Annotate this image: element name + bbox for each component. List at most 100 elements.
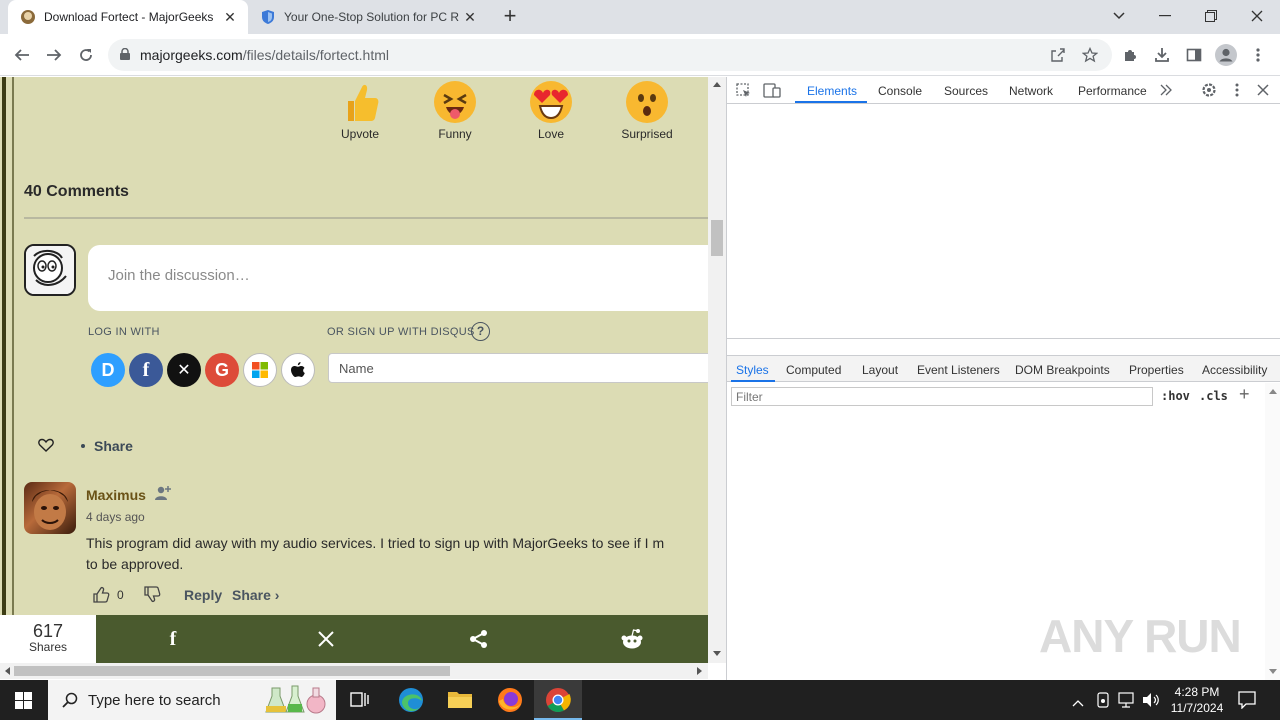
tab-network[interactable]: Network [1009, 84, 1053, 98]
reddit-share-button[interactable] [557, 615, 707, 663]
styles-tab-bar: Styles Computed Layout Event Listeners D… [727, 355, 1280, 382]
chrome-menu-icon[interactable] [1244, 41, 1272, 69]
page-horizontal-scrollbar[interactable] [0, 663, 708, 679]
comment-author[interactable]: Maximus [86, 487, 146, 503]
x-login-button[interactable]: ✕ [167, 353, 201, 387]
reaction-funny[interactable]: Funny [420, 81, 490, 141]
reply-link[interactable]: Reply [184, 587, 222, 603]
comment-input[interactable] [108, 267, 608, 284]
edge-icon[interactable] [398, 687, 424, 718]
help-icon[interactable]: ? [471, 322, 490, 341]
download-icon[interactable] [1148, 41, 1176, 69]
scroll-up-arrow-icon[interactable] [1269, 389, 1277, 394]
tab-styles[interactable]: Styles [736, 363, 769, 377]
file-explorer-icon[interactable] [448, 689, 472, 714]
google-login-button[interactable]: G [205, 353, 239, 387]
volume-icon[interactable] [1142, 692, 1160, 713]
tab-computed[interactable]: Computed [786, 363, 841, 377]
microsoft-login-button[interactable] [243, 353, 277, 387]
apple-login-button[interactable] [281, 353, 315, 387]
tab-fortect[interactable]: Your One-Stop Solution for PC R ✕ [248, 0, 488, 34]
profile-avatar-icon[interactable] [1212, 41, 1240, 69]
scroll-down-arrow-icon[interactable] [1269, 669, 1277, 674]
scroll-up-arrow-icon[interactable] [713, 82, 721, 87]
back-arrow-icon[interactable] [8, 41, 36, 69]
minimize-icon[interactable] [1142, 0, 1188, 32]
upvote-button[interactable] [92, 586, 110, 609]
windows-start-icon[interactable] [15, 692, 32, 714]
generic-share-button[interactable] [404, 615, 554, 663]
close-devtools-icon[interactable] [1257, 84, 1269, 99]
scroll-left-arrow-icon[interactable] [5, 667, 10, 675]
downvote-button[interactable] [143, 585, 161, 608]
close-window-icon[interactable] [1234, 0, 1280, 32]
share-comment-link[interactable]: Share › [232, 587, 279, 603]
share-link[interactable]: Share [94, 438, 133, 454]
scroll-thumb[interactable] [711, 220, 723, 256]
cls-toggle[interactable]: .cls [1199, 389, 1228, 403]
tab-elements[interactable]: Elements [807, 84, 857, 98]
tab-console[interactable]: Console [878, 84, 922, 98]
reaction-love[interactable]: Love [516, 81, 586, 141]
new-tab-button[interactable]: + [498, 4, 522, 28]
facebook-share-button[interactable]: f [98, 615, 248, 663]
more-tabs-icon[interactable] [1159, 83, 1173, 100]
reaction-label: Upvote [340, 127, 380, 141]
tab-majorgeeks[interactable]: Download Fortect - MajorGeeks ✕ [8, 0, 248, 34]
show-hidden-icons-chevron-icon[interactable] [1072, 694, 1084, 712]
follow-user-icon[interactable] [154, 485, 172, 506]
network-icon[interactable] [1118, 692, 1136, 713]
tab-performance[interactable]: Performance [1078, 84, 1147, 98]
notifications-icon[interactable] [1238, 691, 1256, 714]
facebook-login-button[interactable]: f [129, 353, 163, 387]
new-style-rule-button[interactable]: + [1239, 384, 1250, 405]
tab-properties[interactable]: Properties [1129, 363, 1184, 377]
clock[interactable]: 4:28 PM 11/7/2024 [1166, 684, 1228, 716]
side-panel-icon[interactable] [1180, 41, 1208, 69]
comment-composer[interactable] [88, 245, 708, 311]
reload-icon[interactable] [72, 41, 100, 69]
heart-icon[interactable] [38, 438, 54, 457]
hov-toggle[interactable]: :hov [1161, 389, 1190, 403]
styles-filter-input[interactable] [731, 387, 1153, 406]
bookmark-star-icon[interactable] [1076, 41, 1104, 69]
settings-gear-icon[interactable] [1201, 82, 1217, 101]
close-tab-icon[interactable]: ✕ [220, 7, 240, 27]
page-vertical-scrollbar[interactable] [708, 77, 726, 663]
devtools-scrollbar[interactable] [1265, 383, 1280, 680]
comment-timestamp[interactable]: 4 days ago [86, 510, 145, 524]
tab-layout[interactable]: Layout [862, 363, 898, 377]
close-tab-icon[interactable]: ✕ [460, 7, 480, 27]
x-share-button[interactable] [251, 615, 401, 663]
firefox-icon[interactable] [497, 687, 523, 718]
disqus-login-button[interactable]: D [91, 353, 125, 387]
device-toolbar-icon[interactable] [763, 83, 781, 101]
task-view-icon[interactable] [350, 691, 370, 714]
reaction-upvote[interactable]: Upvote [325, 81, 395, 141]
tab-dom-breakpoints[interactable]: DOM Breakpoints [1015, 363, 1110, 377]
taskbar-search[interactable]: Type here to search [48, 680, 336, 720]
tab-search-icon[interactable] [1096, 0, 1142, 32]
device-status-icon[interactable] [1096, 692, 1110, 713]
tab-accessibility[interactable]: Accessibility [1202, 363, 1267, 377]
devtools-menu-icon[interactable] [1235, 83, 1239, 100]
microsoft-icon [252, 362, 268, 378]
address-bar[interactable]: majorgeeks.com/files/details/fortect.htm… [108, 39, 1112, 71]
chrome-taskbar-button[interactable] [534, 680, 582, 720]
windows-taskbar: Type here to search 4:28 PM 11/7/2024 [0, 680, 1280, 720]
scroll-down-arrow-icon[interactable] [713, 651, 721, 656]
tab-event-listeners[interactable]: Event Listeners [917, 363, 1000, 377]
reaction-surprised[interactable]: Surprised [612, 81, 682, 141]
extensions-puzzle-icon[interactable] [1116, 41, 1144, 69]
tab-sources[interactable]: Sources [944, 84, 988, 98]
inspect-element-icon[interactable] [736, 83, 751, 101]
name-field[interactable] [328, 353, 708, 383]
forward-arrow-icon[interactable] [40, 41, 68, 69]
social-share-bar: 617 Shares f [0, 615, 708, 663]
lock-icon[interactable] [120, 47, 130, 63]
restore-icon[interactable] [1188, 0, 1234, 32]
share-page-icon[interactable] [1044, 41, 1072, 69]
thumbs-down-outline-icon [144, 586, 161, 603]
scroll-right-arrow-icon[interactable] [697, 667, 702, 675]
scroll-thumb[interactable] [14, 666, 450, 676]
